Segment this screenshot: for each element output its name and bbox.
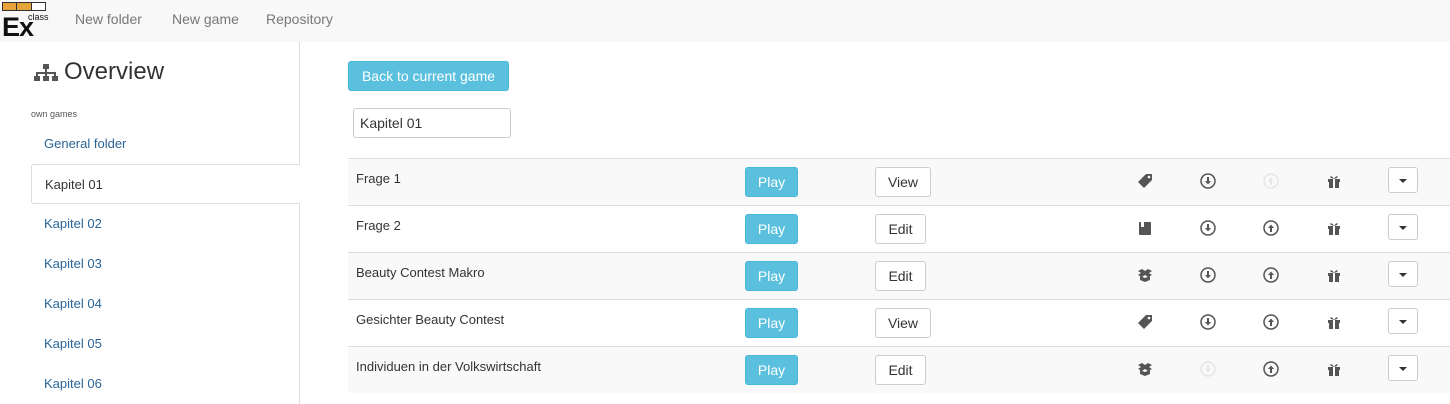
folder-item[interactable]: Kapitel 01 — [31, 164, 300, 204]
games-table: Frage 1 Play View Frage 2 Play Edit Beauty Con… — [348, 158, 1450, 393]
view-button[interactable]: View — [875, 167, 931, 197]
section-label: own games — [31, 109, 78, 119]
game-name: Frage 2 — [356, 218, 401, 233]
top-navbar: Ex class New folder New game Repository — [0, 0, 1450, 42]
dropdown-caret-button[interactable] — [1388, 261, 1418, 287]
edit-button[interactable]: Edit — [875, 355, 926, 385]
folder-item[interactable]: Kapitel 06 — [31, 364, 300, 404]
game-name: Gesichter Beauty Contest — [356, 312, 505, 327]
folder-item[interactable]: Kapitel 02 — [31, 204, 300, 244]
game-name: Beauty Contest Makro — [356, 265, 485, 280]
gift-icon[interactable] — [1326, 314, 1342, 330]
sitemap-icon — [34, 64, 58, 81]
dropdown-caret-button[interactable] — [1388, 308, 1418, 334]
tag-icon — [1137, 314, 1153, 330]
play-button[interactable]: Play — [745, 214, 798, 244]
box-open-icon — [1137, 267, 1153, 283]
upload-icon[interactable] — [1263, 314, 1279, 330]
upload-icon[interactable] — [1263, 361, 1279, 377]
logo-subtext: class — [28, 12, 49, 22]
folder-item[interactable]: Kapitel 05 — [31, 324, 300, 364]
play-button[interactable]: Play — [745, 308, 798, 338]
nav-repository[interactable]: Repository — [266, 11, 333, 27]
gift-icon[interactable] — [1326, 267, 1342, 283]
back-to-current-game-button[interactable]: Back to current game — [348, 61, 509, 91]
folder-item[interactable]: Kapitel 04 — [31, 284, 300, 324]
gift-icon[interactable] — [1326, 173, 1342, 189]
game-name: Frage 1 — [356, 171, 401, 186]
view-button[interactable]: View — [875, 308, 931, 338]
edit-button[interactable]: Edit — [875, 261, 926, 291]
gift-icon[interactable] — [1326, 220, 1342, 236]
dropdown-caret-button[interactable] — [1388, 214, 1418, 240]
download-icon — [1200, 361, 1216, 377]
download-icon[interactable] — [1200, 314, 1216, 330]
edit-button[interactable]: Edit — [875, 214, 926, 244]
game-name: Individuen in der Volkswirtschaft — [356, 359, 541, 374]
download-icon[interactable] — [1200, 173, 1216, 189]
download-icon[interactable] — [1200, 220, 1216, 236]
folder-item[interactable]: General folder — [31, 124, 300, 164]
download-icon[interactable] — [1200, 267, 1216, 283]
dropdown-caret-button[interactable] — [1388, 167, 1418, 193]
folder-item[interactable]: Kapitel 03 — [31, 244, 300, 284]
game-row: Beauty Contest Makro Play Edit — [348, 252, 1450, 299]
classex-logo[interactable]: Ex class — [2, 2, 49, 42]
play-button[interactable]: Play — [745, 167, 798, 197]
upload-icon[interactable] — [1263, 267, 1279, 283]
upload-icon[interactable] — [1263, 220, 1279, 236]
play-button[interactable]: Play — [745, 355, 798, 385]
logo-bars — [2, 2, 46, 11]
play-button[interactable]: Play — [745, 261, 798, 291]
overview-title: Overview — [64, 58, 165, 85]
upload-icon — [1263, 173, 1279, 189]
folder-list: General folder Kapitel 01 Kapitel 02 Kapite… — [31, 124, 300, 404]
folder-name-input[interactable] — [353, 108, 511, 138]
overview-heading: Overview — [34, 58, 164, 86]
game-row: Frage 2 Play Edit — [348, 205, 1450, 252]
game-row: Gesichter Beauty Contest Play View — [348, 299, 1450, 346]
tag-icon — [1137, 173, 1153, 189]
dropdown-caret-button[interactable] — [1388, 355, 1418, 381]
game-row: Frage 1 Play View — [348, 158, 1450, 205]
box-open-icon — [1137, 361, 1153, 377]
gift-icon[interactable] — [1326, 361, 1342, 377]
nav-new-game[interactable]: New game — [172, 11, 239, 27]
game-row: Individuen in der Volkswirtschaft Play Edi… — [348, 346, 1450, 393]
nav-new-folder[interactable]: New folder — [75, 11, 142, 27]
book-icon — [1137, 220, 1153, 236]
